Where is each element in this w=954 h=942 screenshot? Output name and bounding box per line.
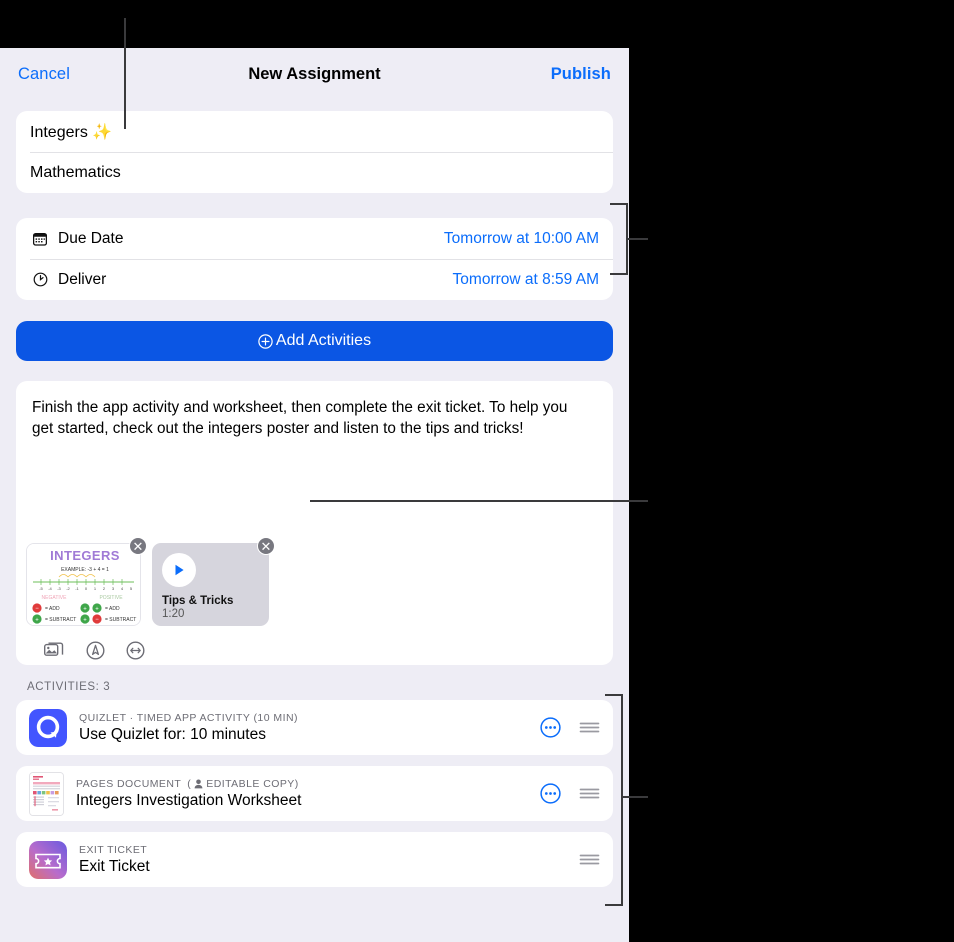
add-activities-button[interactable]: Add Activities [16, 321, 613, 361]
integers-poster-preview: INTEGERS EXAMPLE: -3 + 4 = 1 -5 -4 -3 -2 -1… [26, 543, 141, 626]
activity-row-exit-ticket[interactable]: EXIT TICKET Exit Ticket [16, 832, 613, 887]
audio-scribble-icon[interactable] [126, 641, 145, 660]
drag-handle-icon[interactable] [579, 852, 600, 867]
svg-text:= ADD: = ADD [105, 606, 120, 612]
svg-text:+: + [83, 618, 87, 624]
activity-name: Integers Investigation Worksheet [76, 791, 302, 809]
more-circle-icon[interactable] [540, 783, 561, 804]
more-circle-icon[interactable] [540, 717, 561, 738]
screenshot-root: Cancel New Assignment Publish Integers ✨… [0, 0, 954, 942]
exit-ticket-icon [29, 840, 67, 879]
pages-document-icon [29, 771, 64, 816]
activity-text: EXIT TICKET Exit Ticket [79, 844, 150, 876]
clock-icon [30, 272, 50, 287]
quizlet-icon [29, 708, 67, 747]
activity-actions [579, 852, 600, 867]
attachment-image-thumbnail[interactable]: INTEGERS EXAMPLE: -3 + 4 = 1 -5 -4 -3 -2 -1… [26, 537, 147, 626]
sheet-navbar: Cancel New Assignment Publish [0, 48, 629, 100]
activity-kicker: EXIT TICKET [79, 843, 148, 856]
video-duration: 1:20 [162, 608, 185, 620]
activity-actions [540, 717, 600, 738]
svg-text:= ADD: = ADD [45, 606, 60, 612]
assignment-details-card: Integers ✨ Mathematics [16, 111, 613, 193]
page-title: New Assignment [248, 64, 381, 83]
instructions-text[interactable]: Finish the app activity and worksheet, t… [32, 397, 584, 439]
activity-kicker: QUIZLET · TIMED APP ACTIVITY (10 MIN) [79, 711, 298, 724]
activity-name: Use Quizlet for: 10 minutes [79, 725, 266, 743]
deliver-row[interactable]: Deliver Tomorrow at 8:59 AM [16, 259, 613, 300]
remove-attachment-icon[interactable]: ✕ [129, 537, 147, 555]
instruction-toolbar [44, 641, 145, 660]
activities-section-header: ACTIVITIES: 3 [27, 681, 111, 693]
activity-actions [540, 783, 600, 804]
deliver-label: Deliver [58, 270, 107, 288]
svg-text:−: − [35, 606, 39, 612]
callout-leader-activities [623, 796, 648, 798]
play-icon[interactable] [162, 553, 196, 587]
activity-kicker: PAGES DOCUMENT ( EDITABLE COPY) [76, 778, 301, 790]
cancel-button[interactable]: Cancel [18, 65, 70, 84]
add-activities-label: Add Activities [275, 332, 372, 349]
activity-text: PAGES DOCUMENT ( EDITABLE COPY) Integers… [76, 778, 301, 810]
svg-text:INTEGERS: INTEGERS [50, 548, 120, 563]
activity-row-quizlet[interactable]: QUIZLET · TIMED APP ACTIVITY (10 MIN) Us… [16, 700, 613, 755]
svg-text:EXAMPLE: -3 + 4 = 1: EXAMPLE: -3 + 4 = 1 [61, 567, 109, 573]
svg-text:NEGATIVE: NEGATIVE [42, 595, 68, 601]
subject-input[interactable]: Mathematics [30, 164, 121, 182]
attachment-video-card[interactable]: Tips & Tricks 1:20 ✕ [152, 537, 275, 626]
video-title: Tips & Tricks [162, 595, 234, 607]
due-date-row[interactable]: Due Date Tomorrow at 10:00 AM [16, 218, 613, 259]
attachments-list: INTEGERS EXAMPLE: -3 + 4 = 1 -5 -4 -3 -2 -1… [26, 537, 275, 626]
svg-text:= SUBTRACT: = SUBTRACT [45, 617, 76, 623]
callout-line-attachments [310, 500, 648, 502]
title-input[interactable]: Integers ✨ [30, 122, 112, 142]
remove-attachment-icon[interactable]: ✕ [257, 537, 275, 555]
schedule-card: Due Date Tomorrow at 10:00 AM Deliver To… [16, 218, 613, 300]
activity-kicker-open-paren: ( [187, 777, 192, 790]
callout-bracket-schedule [610, 203, 628, 275]
activity-kicker-suffix: EDITABLE COPY) [206, 777, 299, 790]
svg-text:−: − [95, 617, 99, 623]
deliver-value[interactable]: Tomorrow at 8:59 AM [453, 271, 599, 289]
new-assignment-sheet: Cancel New Assignment Publish Integers ✨… [0, 48, 629, 942]
activity-kicker-prefix: PAGES DOCUMENT [76, 777, 182, 790]
callout-line-title [124, 18, 126, 129]
markup-pen-icon[interactable] [86, 641, 105, 660]
svg-text:+: + [35, 618, 39, 624]
plus-circle-icon [258, 333, 273, 349]
photos-icon[interactable] [44, 642, 65, 660]
subject-field-row[interactable]: Mathematics [16, 152, 613, 193]
svg-text:= SUBTRACT: = SUBTRACT [105, 617, 136, 623]
svg-text:+: + [95, 607, 99, 613]
due-date-value[interactable]: Tomorrow at 10:00 AM [444, 230, 599, 248]
calendar-icon [30, 232, 50, 246]
activity-text: QUIZLET · TIMED APP ACTIVITY (10 MIN) Us… [79, 712, 298, 744]
activity-name: Exit Ticket [79, 857, 150, 875]
callout-bracket-activities [605, 694, 623, 906]
due-date-label: Due Date [58, 229, 124, 247]
person-icon [194, 779, 203, 789]
title-field-row[interactable]: Integers ✨ [16, 111, 613, 152]
svg-text:POSITIVE: POSITIVE [99, 595, 123, 601]
drag-handle-icon[interactable] [579, 720, 600, 735]
svg-text:+: + [83, 607, 87, 613]
publish-button[interactable]: Publish [551, 65, 611, 84]
instructions-card[interactable]: Finish the app activity and worksheet, t… [16, 381, 613, 665]
activity-row-pages-document[interactable]: PAGES DOCUMENT ( EDITABLE COPY) Integers… [16, 766, 613, 821]
drag-handle-icon[interactable] [579, 786, 600, 801]
callout-leader-schedule [628, 238, 648, 240]
